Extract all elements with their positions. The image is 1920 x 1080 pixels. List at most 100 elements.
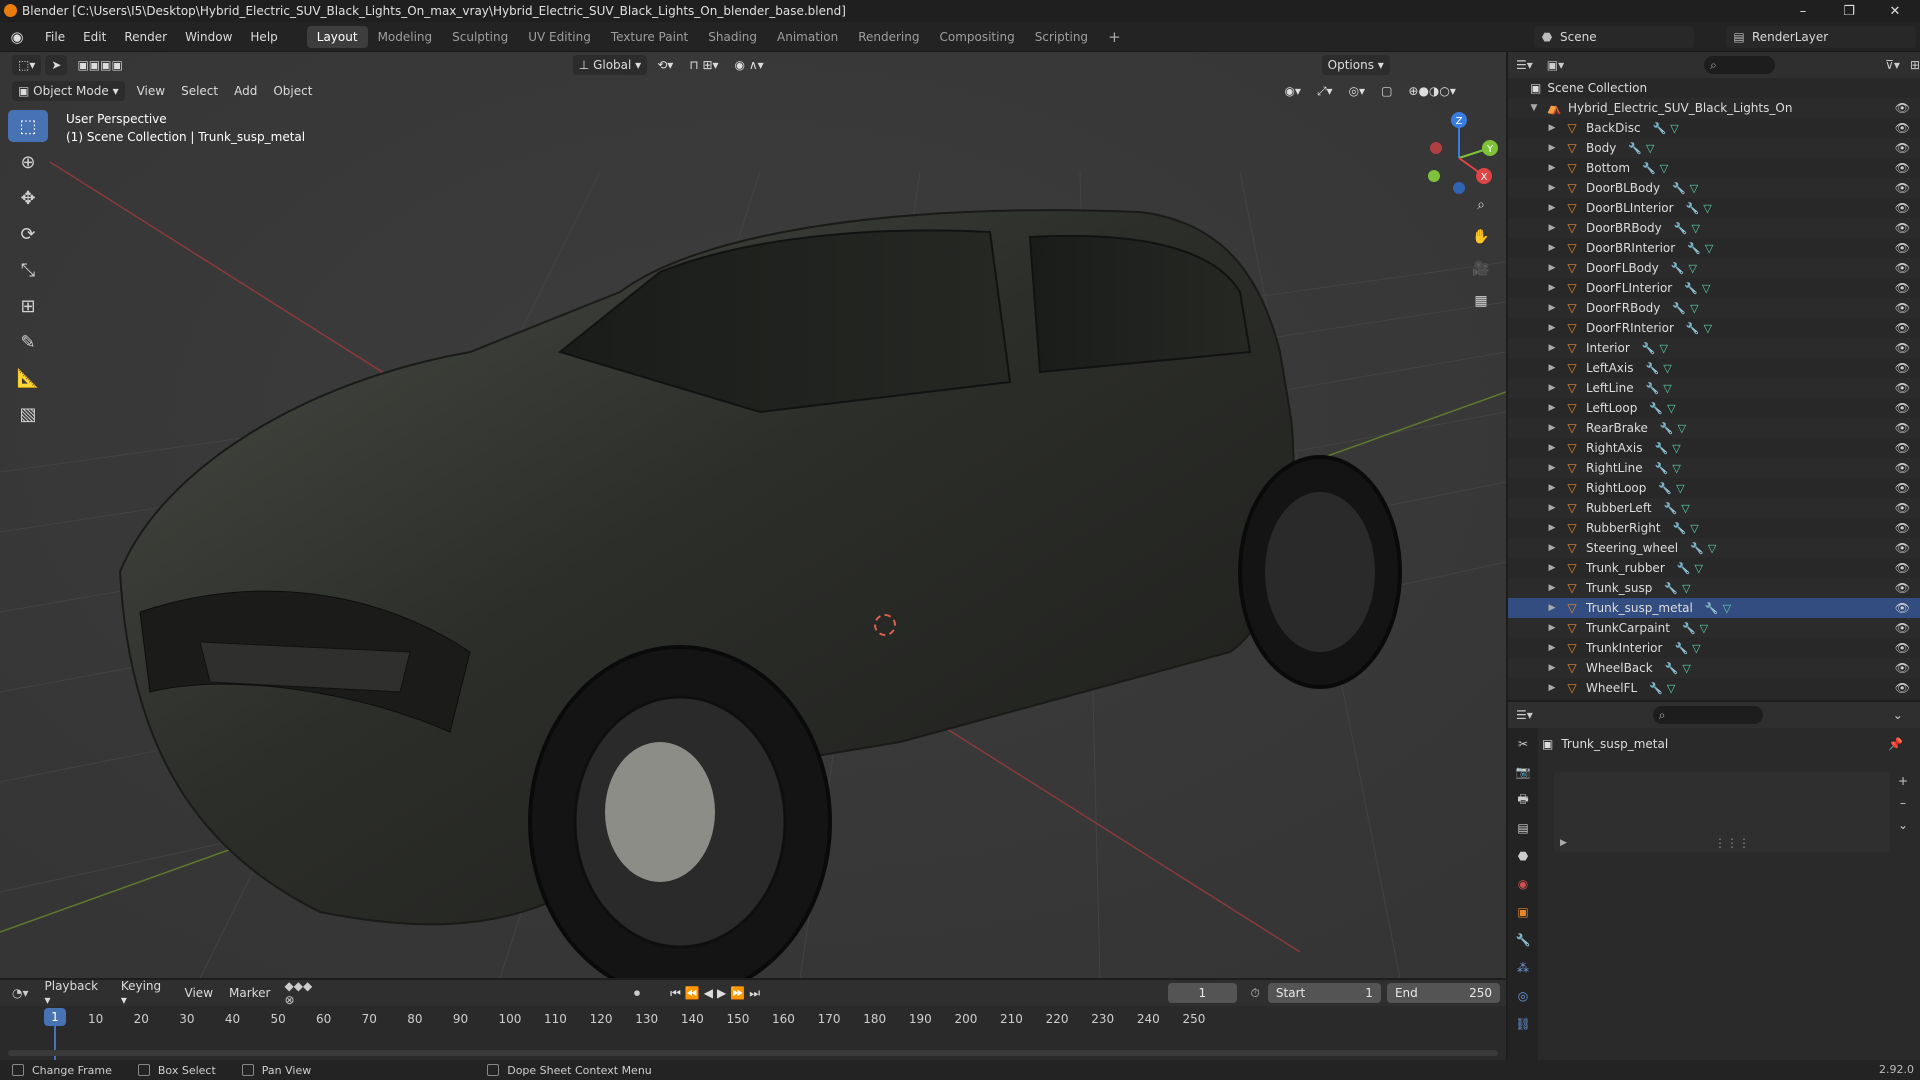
current-frame-field[interactable]: 1 [1168,983,1237,1003]
scene-name[interactable]: Scene [1560,30,1597,44]
select-box-tool[interactable]: ⬚ [8,110,48,142]
eye-icon[interactable]: 👁 [1895,161,1910,175]
menu-view[interactable]: View [129,84,173,98]
eye-icon[interactable]: 👁 [1895,681,1910,695]
eye-icon[interactable]: 👁 [1895,221,1910,235]
object-name[interactable]: DoorFRInterior [1586,321,1674,335]
eye-icon[interactable]: 👁 [1895,621,1910,635]
expand-arrow-icon[interactable]: ▶ [1546,603,1558,613]
ortho-toggle-button[interactable]: ▦ [1468,288,1494,314]
cursor-tool[interactable]: ⊕ [8,146,48,178]
playhead[interactable]: 1 [44,1008,66,1026]
new-collection-icon[interactable]: ⊞ [1910,58,1920,72]
eye-icon[interactable]: 👁 [1895,261,1910,275]
expand-arrow-icon[interactable]: ▶ [1546,583,1558,593]
outliner-object-row[interactable]: ▶ ▽ DoorFLBody 🔧 ▽ 👁 [1508,258,1920,278]
eye-icon[interactable]: 👁 [1895,341,1910,355]
object-name[interactable]: DoorFLBody [1586,261,1659,275]
object-name[interactable]: Steering_wheel [1586,541,1678,555]
proportional-edit-button[interactable]: ◉ ∧▾ [729,55,770,75]
tool-tab[interactable]: ✂ [1511,732,1535,756]
expand-arrow-icon[interactable]: ▶ [1546,543,1558,553]
menu-keying[interactable]: Keying ▾ [113,979,177,1007]
navigation-gizmo[interactable]: Z Y X [1414,108,1504,198]
view-layer-selector[interactable]: ▤ RenderLayer [1726,26,1916,48]
object-name[interactable]: DoorBLInterior [1586,201,1674,215]
object-name[interactable]: DoorBRBody [1586,221,1662,235]
object-name[interactable]: LeftAxis [1586,361,1633,375]
neg-y-handle[interactable] [1428,170,1440,182]
menu-object[interactable]: Object [265,84,320,98]
expand-arrow-icon[interactable]: ▼ [1528,103,1540,113]
tab-modeling[interactable]: Modeling [368,26,443,48]
tab-texture-paint[interactable]: Texture Paint [601,26,698,48]
3d-viewport[interactable]: ⬚▾ ➤ ▣▣▣▣ ⊥ Global ▾ ⟲▾ ⊓ ⊞▾ ◉ ∧▾ Option… [0,52,1506,978]
overlays-toggle[interactable]: ◎▾ [1343,81,1372,101]
eye-icon[interactable]: 👁 [1895,241,1910,255]
menu-render[interactable]: Render [115,30,176,44]
eye-icon[interactable]: 👁 [1895,181,1910,195]
outliner-collection-row[interactable]: ▼ ⛺ Hybrid_Electric_SUV_Black_Lights_On … [1508,98,1920,118]
eye-icon[interactable]: 👁 [1895,281,1910,295]
clock-icon[interactable]: ⏱ [1251,986,1260,1001]
record-button[interactable]: ⏺ [634,986,640,1001]
expand-arrow-icon[interactable]: ▶ [1546,263,1558,273]
neg-x-handle[interactable] [1430,142,1442,154]
chevron-down-icon[interactable]: ⌄ [1893,708,1903,722]
expand-arrow-icon[interactable]: ▶ [1546,443,1558,453]
pivot-point-button[interactable]: ⟲▾ [651,55,679,75]
add-cube-tool[interactable]: ▧ [8,398,48,430]
outliner-object-row[interactable]: ▶ ▽ RearBrake 🔧 ▽ 👁 [1508,418,1920,438]
outliner-object-row[interactable]: ▶ ▽ WheelFL 🔧 ▽ 👁 [1508,678,1920,698]
physics-tab[interactable]: ◎ [1511,984,1535,1008]
eye-icon[interactable]: 👁 [1895,541,1910,555]
object-name[interactable]: RightLoop [1586,481,1646,495]
expand-arrow-icon[interactable]: ▶ [1546,183,1558,193]
object-name[interactable]: DoorBLBody [1586,181,1660,195]
restore-button[interactable]: ❐ [1826,0,1872,22]
expand-arrow-icon[interactable]: ▶ [1546,243,1558,253]
eye-icon[interactable]: 👁 [1895,321,1910,335]
outliner-object-row[interactable]: ▶ ▽ TrunkInterior 🔧 ▽ 👁 [1508,638,1920,658]
expand-arrow-icon[interactable]: ▶ [1560,838,1567,848]
object-name[interactable]: Bottom [1586,161,1630,175]
outliner-object-row[interactable]: ▶ ▽ WheelBack 🔧 ▽ 👁 [1508,658,1920,678]
eye-icon[interactable]: 👁 [1895,461,1910,475]
outliner-object-row[interactable]: ▶ ▽ Trunk_rubber 🔧 ▽ 👁 [1508,558,1920,578]
object-name[interactable]: Trunk_susp [1586,581,1652,595]
eye-icon[interactable]: 👁 [1895,441,1910,455]
neg-z-handle[interactable] [1453,182,1465,194]
expand-arrow-icon[interactable]: ▶ [1546,283,1558,293]
constraints-tab[interactable]: ⛓ [1511,1012,1535,1036]
object-name[interactable]: Trunk_rubber [1586,561,1665,575]
object-tab[interactable]: ▣ [1511,900,1535,924]
expand-arrow-icon[interactable]: ▶ [1546,383,1558,393]
scene-selector[interactable]: ⬣ Scene [1534,26,1694,48]
eye-icon[interactable]: 👁 [1895,661,1910,675]
expand-arrow-icon[interactable]: ▶ [1546,123,1558,133]
scale-tool[interactable]: ⤡ [8,254,48,286]
eye-icon[interactable]: 👁 [1895,601,1910,615]
expand-arrow-icon[interactable]: ▶ [1546,623,1558,633]
eye-icon[interactable]: 👁 [1895,301,1910,315]
object-name[interactable]: RightAxis [1586,441,1643,455]
resize-handle-icon[interactable]: ⋮⋮⋮ [1714,836,1750,850]
outliner-object-row[interactable]: ▶ ▽ TrunkCarpaint 🔧 ▽ 👁 [1508,618,1920,638]
outliner-object-row[interactable]: ▶ ▽ LeftLoop 🔧 ▽ 👁 [1508,398,1920,418]
camera-view-button[interactable]: 🎥 [1468,256,1494,282]
close-button[interactable]: ✕ [1872,0,1918,22]
editor-type-button[interactable]: ⬚▾ [12,55,42,75]
scene-tab[interactable]: ⬣ [1511,844,1535,868]
pan-button[interactable]: ✋ [1468,224,1494,250]
xray-toggle[interactable]: ▢ [1375,81,1398,101]
transform-tool[interactable]: ⊞ [8,290,48,322]
pin-icon[interactable]: 📌 [1888,737,1903,751]
expand-arrow-icon[interactable]: ▶ [1546,363,1558,373]
outliner-object-row[interactable]: ▶ ▽ Body 🔧 ▽ 👁 [1508,138,1920,158]
object-name[interactable]: LeftLine [1586,381,1634,395]
object-name[interactable]: WheelFL [1586,681,1637,695]
end-frame-field[interactable]: End 250 [1386,983,1500,1003]
eye-icon[interactable]: 👁 [1895,141,1910,155]
add-workspace-button[interactable]: + [1098,26,1131,48]
outliner-object-row[interactable]: ▶ ▽ Trunk_susp 🔧 ▽ 👁 [1508,578,1920,598]
